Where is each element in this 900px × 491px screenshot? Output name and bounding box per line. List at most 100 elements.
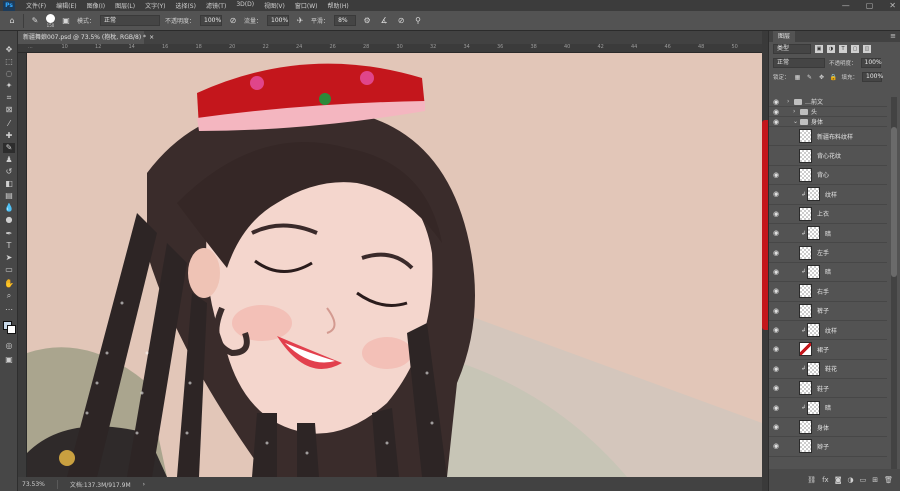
artwork-canvas[interactable] bbox=[27, 53, 762, 477]
layer-thumbnail[interactable] bbox=[799, 167, 812, 182]
visibility-eye-icon[interactable]: ◉ bbox=[771, 345, 781, 353]
lock-pixels-icon[interactable]: ✎ bbox=[806, 71, 814, 83]
layer-row[interactable]: ◉ 右手 bbox=[769, 282, 887, 302]
history-brush-tool-icon[interactable]: ↺ bbox=[3, 167, 15, 177]
zoom-level[interactable]: 73.53% bbox=[22, 481, 45, 488]
eraser-tool-icon[interactable]: ◧ bbox=[3, 179, 15, 189]
fx-icon[interactable]: fx bbox=[822, 476, 829, 484]
folder-icon[interactable]: ▭ bbox=[860, 476, 867, 484]
pen-tool-icon[interactable]: ✒ bbox=[3, 229, 15, 239]
layer-row[interactable]: ◉ 裙子 bbox=[769, 340, 887, 360]
screen-mode-icon[interactable]: ▣ bbox=[3, 355, 15, 365]
smoothing-field[interactable]: 8% bbox=[334, 15, 357, 26]
pixel-filter-icon[interactable]: ▣ bbox=[815, 45, 823, 53]
lasso-tool-icon[interactable]: ◌ bbox=[3, 69, 15, 79]
layer-thumbnail[interactable] bbox=[807, 323, 820, 338]
layer-list-scrollbar[interactable] bbox=[891, 97, 897, 469]
menu-item[interactable]: 编辑(E) bbox=[51, 1, 81, 10]
menu-item[interactable]: 3D(D) bbox=[231, 1, 259, 10]
healing-brush-tool-icon[interactable]: ✚ bbox=[3, 131, 15, 141]
magic-wand-tool-icon[interactable]: ✦ bbox=[3, 81, 15, 91]
visibility-eye-icon[interactable]: ◉ bbox=[771, 171, 781, 179]
layer-thumbnail[interactable] bbox=[799, 381, 812, 396]
layer-thumbnail[interactable] bbox=[799, 129, 812, 144]
close-icon[interactable]: ✕ bbox=[889, 0, 896, 11]
fill-field[interactable]: 100% bbox=[862, 72, 883, 82]
layer-row[interactable]: ◉ 辫子 bbox=[769, 437, 887, 457]
pressure-size-icon[interactable]: ⊘ bbox=[395, 15, 407, 27]
home-icon[interactable]: ⌂ bbox=[6, 15, 18, 27]
document-tab[interactable]: 新疆舞娘007.psd @ 73.5% (抱枕, RGB/8) * × bbox=[18, 31, 154, 44]
layer-row[interactable]: ◉ 新疆布料纹样 bbox=[769, 127, 887, 147]
visibility-eye-icon[interactable]: ◉ bbox=[771, 210, 781, 218]
lock-position-icon[interactable]: ✥ bbox=[818, 71, 826, 83]
marquee-tool-icon[interactable]: ⬚ bbox=[3, 57, 15, 67]
layer-row[interactable]: ◉ 背心花纹 bbox=[769, 146, 887, 166]
layer-thumbnail[interactable] bbox=[799, 439, 812, 454]
layer-row[interactable]: ◉ 鞋子 bbox=[769, 379, 887, 399]
layer-row[interactable]: ◉ ↲ 暗 bbox=[769, 263, 887, 283]
smart-object-filter-icon[interactable]: ◫ bbox=[863, 45, 871, 53]
layer-row[interactable]: ◉ ↲ 暗 bbox=[769, 224, 887, 244]
layer-thumbnail[interactable] bbox=[807, 187, 820, 202]
layer-row[interactable]: ◉ 身体 bbox=[769, 418, 887, 438]
clone-stamp-tool-icon[interactable]: ♟ bbox=[3, 155, 15, 165]
menu-item[interactable]: 滤镜(T) bbox=[201, 1, 231, 10]
visibility-eye-icon[interactable]: ◉ bbox=[771, 118, 781, 126]
shape-filter-icon[interactable]: ▢ bbox=[851, 45, 859, 53]
layer-row[interactable]: ◉ ↲ 鞋花 bbox=[769, 360, 887, 380]
move-tool-icon[interactable]: ✥ bbox=[3, 45, 15, 55]
layer-thumbnail[interactable] bbox=[807, 400, 820, 415]
layer-thumbnail[interactable] bbox=[799, 284, 812, 299]
maximize-icon[interactable]: ▢ bbox=[866, 0, 874, 11]
opacity-field[interactable]: 100% bbox=[200, 15, 223, 26]
frame-tool-icon[interactable]: ⊠ bbox=[3, 105, 15, 115]
menu-item[interactable]: 图层(L) bbox=[110, 1, 140, 10]
flow-field[interactable]: 100% bbox=[267, 15, 290, 26]
pressure-opacity-icon[interactable]: ⊘ bbox=[227, 15, 239, 27]
adjustment-filter-icon[interactable]: ◑ bbox=[827, 45, 835, 53]
layer-filter-select[interactable]: 类型 bbox=[773, 44, 811, 54]
status-menu-icon[interactable]: › bbox=[143, 481, 145, 488]
angle-icon[interactable]: ∡ bbox=[378, 15, 390, 27]
scrollbar-thumb[interactable] bbox=[891, 127, 897, 277]
visibility-eye-icon[interactable]: ◉ bbox=[771, 268, 781, 276]
menu-item[interactable]: 窗口(W) bbox=[290, 1, 323, 10]
blur-tool-icon[interactable]: 💧 bbox=[3, 203, 15, 213]
layer-thumbnail[interactable] bbox=[799, 206, 812, 221]
menu-item[interactable]: 文字(Y) bbox=[140, 1, 170, 10]
layer-thumbnail[interactable] bbox=[799, 148, 812, 163]
layer-row[interactable]: ◉ 裤子 bbox=[769, 302, 887, 321]
brush-settings-icon[interactable]: ▣ bbox=[60, 15, 72, 27]
visibility-eye-icon[interactable]: ◉ bbox=[771, 365, 781, 373]
layer-thumbnail[interactable] bbox=[799, 245, 812, 260]
visibility-eye-icon[interactable]: ◉ bbox=[771, 423, 781, 431]
layer-row[interactable]: ◉ 背心 bbox=[769, 166, 887, 186]
layers-tab[interactable]: 图层 bbox=[773, 31, 796, 42]
airbrush-icon[interactable]: ✈ bbox=[294, 15, 306, 27]
zoom-tool-icon[interactable]: ⌕ bbox=[3, 291, 15, 301]
canvas-area[interactable] bbox=[27, 53, 762, 477]
layer-group-row[interactable]: ◉ ⌄ 身体 bbox=[769, 117, 887, 127]
eyedropper-tool-icon[interactable]: ⁄ bbox=[3, 119, 15, 129]
visibility-eye-icon[interactable]: ◉ bbox=[771, 249, 781, 257]
layer-row[interactable]: ◉ 左手 bbox=[769, 243, 887, 263]
brush-tool-icon[interactable]: ✎ bbox=[29, 15, 41, 27]
layer-thumbnail[interactable] bbox=[807, 264, 820, 279]
brush-preset-picker[interactable]: 150 bbox=[46, 13, 55, 28]
lock-transparency-icon[interactable]: ▦ bbox=[794, 71, 802, 83]
lock-all-icon[interactable]: 🔒 bbox=[830, 71, 838, 83]
layer-thumbnail[interactable] bbox=[799, 420, 812, 435]
layer-opacity-field[interactable]: 100% bbox=[860, 58, 882, 68]
shape-tool-icon[interactable]: ▭ bbox=[3, 265, 15, 275]
visibility-eye-icon[interactable]: ◉ bbox=[771, 229, 781, 237]
layer-thumbnail[interactable] bbox=[799, 342, 812, 357]
visibility-eye-icon[interactable]: ◉ bbox=[771, 442, 781, 450]
visibility-eye-icon[interactable]: ◉ bbox=[771, 108, 781, 116]
layer-group-row[interactable]: ◉ › 头 bbox=[769, 107, 887, 117]
layer-thumbnail[interactable] bbox=[807, 361, 820, 376]
layer-row[interactable]: ◉ ↲ 暗 bbox=[769, 398, 887, 418]
gear-icon[interactable]: ⚙ bbox=[361, 15, 373, 27]
dodge-tool-icon[interactable]: ● bbox=[3, 215, 15, 225]
menu-item[interactable]: 帮助(H) bbox=[323, 1, 354, 10]
